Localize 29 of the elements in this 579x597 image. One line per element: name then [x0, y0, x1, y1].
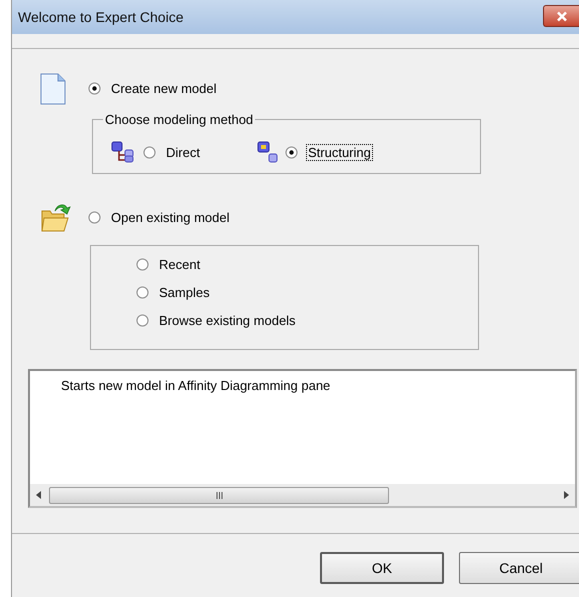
close-button[interactable] — [543, 5, 579, 27]
close-icon — [556, 10, 568, 22]
scroll-right-icon[interactable] — [564, 491, 569, 499]
horizontal-scrollbar[interactable] — [30, 484, 575, 506]
radio-button[interactable] — [136, 286, 149, 299]
description-text: Starts new model in Affinity Diagramming pane — [60, 377, 332, 395]
radio-button[interactable] — [143, 146, 156, 158]
grip-icon — [216, 492, 222, 498]
radio-button[interactable] — [136, 258, 149, 271]
radio-label[interactable]: Structuring — [306, 144, 373, 160]
radio-label[interactable]: Browse existing models — [157, 312, 298, 329]
window-title: Welcome to Expert Choice — [18, 9, 184, 25]
radio-label[interactable]: Open existing model — [109, 209, 232, 226]
radio-button[interactable] — [136, 314, 149, 327]
folder-icon — [40, 202, 72, 234]
scroll-thumb[interactable] — [49, 486, 389, 504]
radio-button[interactable] — [88, 211, 101, 224]
nodes-icon — [257, 141, 279, 163]
radio-button[interactable] — [285, 146, 298, 158]
dialog-button[interactable]: Cancel — [459, 552, 579, 584]
radio-label[interactable]: Create new model — [109, 80, 218, 97]
radio-label[interactable]: Recent — [157, 256, 202, 273]
scroll-left-icon[interactable] — [36, 491, 41, 499]
group-legend: Choose modeling method — [103, 112, 256, 127]
radio-label[interactable]: Direct — [164, 144, 202, 160]
radio-label[interactable]: Samples — [157, 284, 212, 301]
radio-button[interactable] — [88, 82, 101, 95]
dialog-button[interactable]: OK — [320, 552, 444, 584]
document-icon — [40, 72, 66, 104]
